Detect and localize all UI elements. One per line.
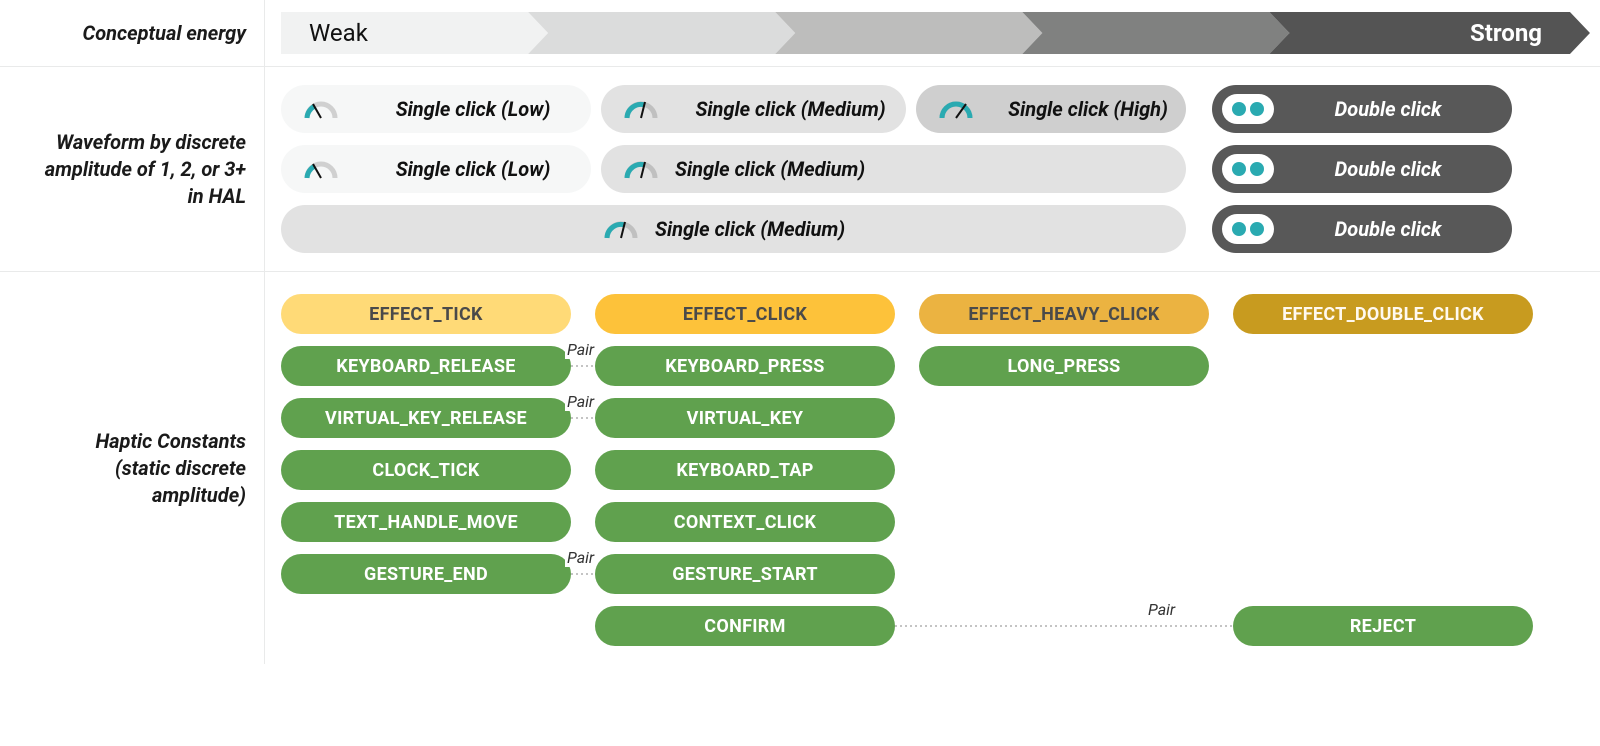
waveform-pill-double: Double click [1212, 85, 1512, 133]
double-dot-icon [1222, 94, 1274, 124]
double-dot-icon [1222, 154, 1274, 184]
blank-cell [1233, 554, 1533, 594]
double-dot-icon [1222, 214, 1274, 244]
row-label-energy: Conceptual energy [0, 0, 265, 67]
haptic-constant-chip: CLOCK_TICK [281, 450, 571, 490]
gauge-low-icon [301, 154, 341, 184]
row-label-constants: Haptic Constants (static discrete amplit… [0, 272, 265, 664]
waveform-grid: Single click (Low) Single click (Medium)… [265, 67, 1600, 272]
blank-cell [919, 554, 1209, 594]
gauge-med-icon [601, 214, 641, 244]
gauge-med-icon [621, 154, 661, 184]
arrow-segment-3 [775, 12, 1042, 54]
row-label-text: Waveform by discrete amplitude of 1, 2, … [30, 129, 246, 210]
row-label-text: Haptic Constants (static discrete amplit… [30, 428, 246, 509]
conceptual-energy-axis: Weak Strong [265, 0, 1600, 67]
pair-connector [571, 572, 595, 576]
pair-connector [895, 624, 1233, 628]
waveform-pill-med-wide: Single click (Medium) [601, 145, 1186, 193]
haptic-constant-chip: TEXT_HANDLE_MOVE [281, 502, 571, 542]
pair-label: Pair [565, 392, 596, 411]
blank-cell [1233, 346, 1533, 386]
blank-cell [1233, 398, 1533, 438]
haptic-constant-chip: KEYBOARD_TAP [595, 450, 895, 490]
waveform-pill-med: Single click (Medium) [601, 85, 906, 133]
blank-cell [281, 606, 571, 646]
gauge-high-icon [936, 94, 976, 124]
arrow-segment-4 [1022, 12, 1289, 54]
row-label-waveform: Waveform by discrete amplitude of 1, 2, … [0, 67, 265, 272]
pair-label: Pair [1146, 600, 1177, 619]
blank-cell [919, 502, 1209, 542]
waveform-pill-low: Single click (Low) [281, 145, 591, 193]
gauge-med-icon [621, 94, 661, 124]
haptic-constant-chip: KEYBOARD_RELEASE [281, 346, 571, 386]
haptic-constant-chip: REJECT [1233, 606, 1533, 646]
effect-tick-chip: EFFECT_TICK [281, 294, 571, 334]
haptic-constant-chip: GESTURE_START [595, 554, 895, 594]
waveform-pill-double: Double click [1212, 145, 1512, 193]
haptic-constant-chip: KEYBOARD_PRESS [595, 346, 895, 386]
haptic-constant-chip: VIRTUAL_KEY_RELEASE [281, 398, 571, 438]
blank-cell [1233, 502, 1533, 542]
blank-cell [919, 398, 1209, 438]
waveform-pill-med-full: Single click (Medium) [281, 205, 1186, 253]
waveform-pill-high: Single click (High) [916, 85, 1186, 133]
effect-click-chip: EFFECT_CLICK [595, 294, 895, 334]
haptic-constant-chip: CONTEXT_CLICK [595, 502, 895, 542]
haptic-constant-chip: VIRTUAL_KEY [595, 398, 895, 438]
gauge-low-icon [301, 94, 341, 124]
pair-label: Pair [565, 340, 596, 359]
effect-heavy-chip: EFFECT_HEAVY_CLICK [919, 294, 1209, 334]
pair-connector [571, 416, 595, 420]
pair-label: Pair [565, 548, 596, 567]
waveform-pill-low: Single click (Low) [281, 85, 591, 133]
blank-cell [919, 450, 1209, 490]
haptic-constant-chip: LONG_PRESS [919, 346, 1209, 386]
axis-right-label: Strong [1470, 19, 1542, 47]
blank-cell [1233, 450, 1533, 490]
axis-left-label: Weak [309, 19, 368, 47]
constants-grid: EFFECT_TICK EFFECT_CLICK EFFECT_HEAVY_CL… [265, 272, 1600, 664]
haptic-constant-chip: CONFIRM [595, 606, 895, 646]
effect-double-click-chip: EFFECT_DOUBLE_CLICK [1233, 294, 1533, 334]
waveform-pill-double: Double click [1212, 205, 1512, 253]
haptic-constant-chip: GESTURE_END [281, 554, 571, 594]
arrow-segment-2 [528, 12, 795, 54]
pair-connector [571, 364, 595, 368]
row-label-text: Conceptual energy [83, 20, 246, 47]
